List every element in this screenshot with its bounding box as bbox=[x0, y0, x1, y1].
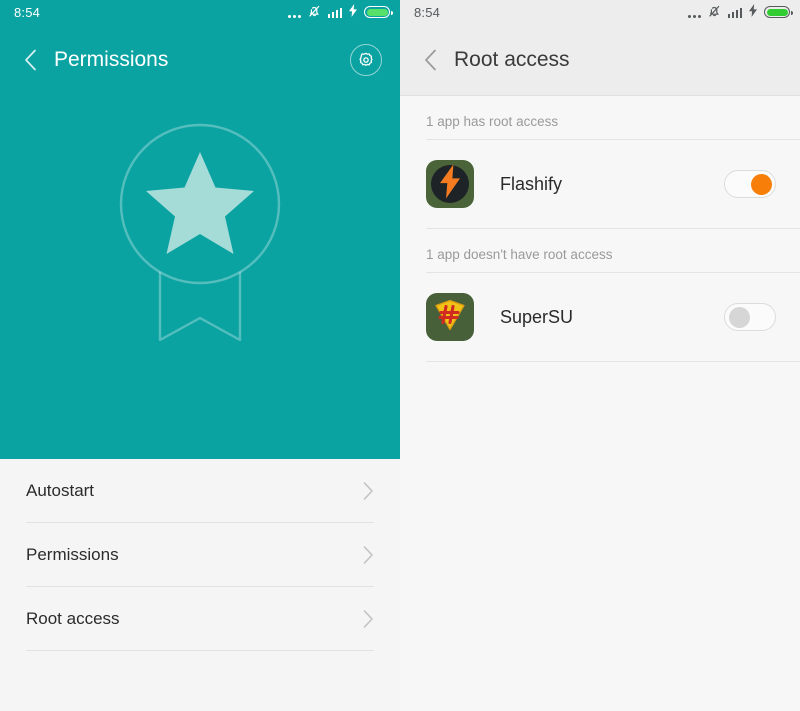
supersu-icon-shield bbox=[432, 297, 468, 338]
left-hero-area: 8:54 Permissions bbox=[0, 0, 400, 459]
chevron-right-icon bbox=[363, 545, 374, 564]
right-panel-root-access: 8:54 Root access 1 app has root access F… bbox=[400, 0, 800, 711]
back-chevron-icon[interactable] bbox=[16, 46, 44, 74]
signal-bars-icon bbox=[727, 6, 742, 18]
app-name-label: Flashify bbox=[500, 173, 563, 194]
silent-bell-icon bbox=[308, 4, 321, 21]
signal-bars-icon bbox=[327, 6, 342, 18]
more-dots-icon bbox=[687, 6, 701, 18]
status-bar-icons-left bbox=[287, 4, 393, 21]
battery-icon bbox=[364, 6, 393, 18]
status-bar-icons-right bbox=[687, 4, 793, 21]
section-heading-no-root: 1 app doesn't have root access bbox=[426, 247, 613, 262]
status-bar-clock: 8:54 bbox=[414, 4, 441, 20]
page-title: Root access bbox=[454, 47, 570, 71]
charging-bolt-icon bbox=[349, 4, 357, 20]
right-title-bar: Root access bbox=[400, 24, 800, 96]
list-item-label: Autostart bbox=[26, 480, 95, 500]
dual-panel-screenshot: 8:54 Permissions Autostart Permissions R… bbox=[0, 0, 800, 711]
silent-bell-icon bbox=[708, 4, 721, 21]
root-access-toggle-supersu[interactable] bbox=[724, 303, 776, 331]
app-row-flashify[interactable]: Flashify bbox=[400, 140, 800, 228]
back-chevron-icon[interactable] bbox=[416, 46, 444, 74]
list-item-root-access[interactable]: Root access bbox=[0, 587, 400, 650]
left-title-bar: Permissions bbox=[0, 24, 400, 96]
gear-icon[interactable] bbox=[350, 44, 382, 76]
flashify-app-icon bbox=[426, 160, 474, 208]
list-divider bbox=[26, 650, 374, 651]
list-item-autostart[interactable]: Autostart bbox=[0, 459, 400, 522]
settings-list: Autostart Permissions Root access bbox=[0, 459, 400, 651]
chevron-right-icon bbox=[363, 481, 374, 500]
toggle-knob bbox=[751, 174, 772, 195]
left-panel-permissions: 8:54 Permissions Autostart Permissions R… bbox=[0, 0, 400, 711]
status-bar-right: 8:54 bbox=[400, 0, 800, 24]
list-item-label: Permissions bbox=[26, 544, 119, 564]
section-divider bbox=[426, 361, 800, 362]
list-item-permissions[interactable]: Permissions bbox=[0, 523, 400, 586]
app-row-supersu[interactable]: SuperSU bbox=[400, 273, 800, 361]
app-name-label: SuperSU bbox=[500, 306, 574, 327]
flashify-icon-bolt bbox=[440, 164, 460, 204]
status-bar-left: 8:54 bbox=[0, 0, 400, 24]
list-item-label: Root access bbox=[26, 608, 120, 628]
toggle-knob bbox=[729, 307, 750, 328]
status-bar-clock: 8:54 bbox=[14, 4, 41, 20]
award-badge-illustration bbox=[116, 118, 284, 349]
root-access-toggle-flashify[interactable] bbox=[724, 170, 776, 198]
charging-bolt-icon bbox=[749, 4, 757, 20]
more-dots-icon bbox=[287, 6, 301, 18]
section-heading-has-root: 1 app has root access bbox=[426, 114, 559, 129]
chevron-right-icon bbox=[363, 609, 374, 628]
battery-icon bbox=[764, 6, 793, 18]
page-title: Permissions bbox=[54, 48, 169, 71]
supersu-app-icon bbox=[426, 293, 474, 341]
